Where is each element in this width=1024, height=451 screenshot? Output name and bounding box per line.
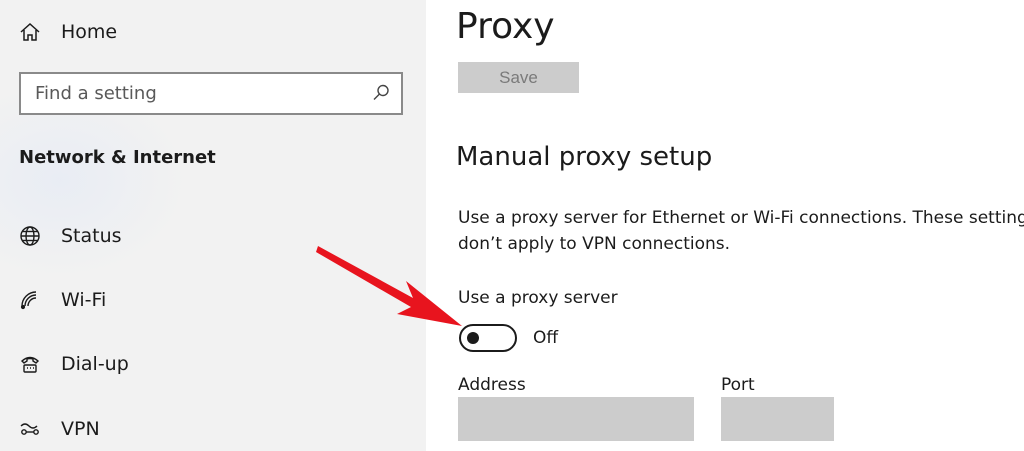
address-label: Address	[458, 375, 526, 395]
vpn-icon	[18, 417, 42, 441]
main-content: Proxy Save Manual proxy setup Use a prox…	[426, 0, 1024, 451]
search-box[interactable]	[19, 72, 403, 115]
sidebar-item-home[interactable]: Home	[18, 17, 117, 47]
search-input[interactable]	[21, 74, 375, 113]
sidebar-item-label: Wi-Fi	[61, 289, 107, 311]
page-title: Proxy	[456, 6, 555, 47]
sidebar-item-label: Dial-up	[61, 353, 129, 375]
sidebar-item-vpn[interactable]: VPN	[18, 414, 100, 444]
proxy-toggle[interactable]	[459, 324, 517, 352]
section-title: Network & Internet	[19, 147, 216, 168]
sidebar-item-label: Status	[61, 225, 122, 247]
section-heading: Manual proxy setup	[456, 142, 713, 172]
address-field[interactable]	[458, 397, 694, 441]
description-line-1: Use a proxy server for Ethernet or Wi-Fi…	[458, 208, 1024, 228]
description-line-2: don’t apply to VPN connections.	[458, 234, 731, 254]
sidebar-item-status[interactable]: Status	[18, 221, 122, 251]
sidebar-item-label: VPN	[61, 418, 100, 440]
wifi-icon	[18, 288, 42, 312]
sidebar-item-dialup[interactable]: Dial-up	[18, 349, 129, 379]
toggle-label: Use a proxy server	[458, 288, 618, 308]
port-field[interactable]	[721, 397, 834, 441]
save-button[interactable]: Save	[458, 62, 579, 93]
sidebar: Home Network & Internet	[0, 0, 426, 451]
phone-icon	[18, 352, 42, 376]
description: Use a proxy server for Ethernet or Wi-Fi…	[458, 205, 1024, 257]
toggle-knob	[467, 332, 479, 344]
sidebar-item-wifi[interactable]: Wi-Fi	[18, 285, 106, 315]
port-label: Port	[721, 375, 755, 395]
globe-icon	[18, 224, 42, 248]
sidebar-item-label: Home	[61, 21, 118, 43]
search-icon[interactable]	[371, 83, 391, 103]
settings-window: Home Network & Internet	[0, 0, 1024, 451]
toggle-state: Off	[533, 328, 559, 348]
home-icon	[18, 20, 42, 44]
